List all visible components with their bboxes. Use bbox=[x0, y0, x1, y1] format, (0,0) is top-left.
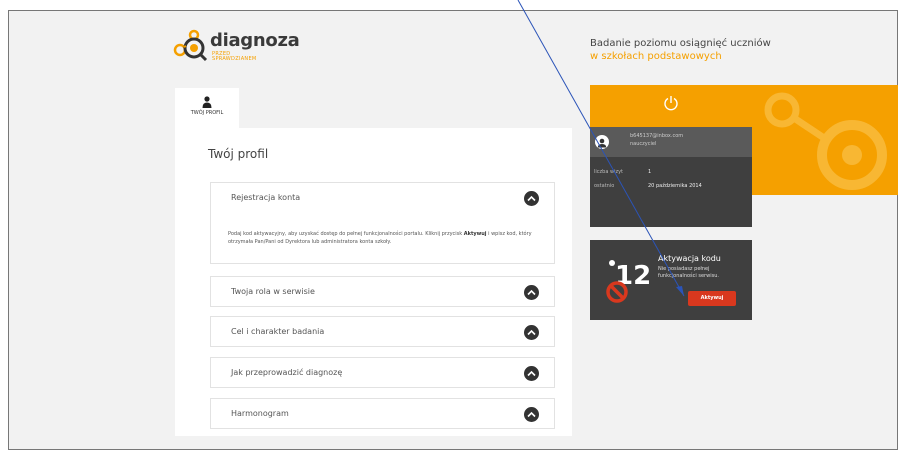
last-visit-value: 20 października 2014 bbox=[648, 183, 702, 189]
decorative-band bbox=[752, 85, 898, 195]
accordion-rejestracja: Rejestracja konta Podaj kod aktywacyjny,… bbox=[210, 182, 555, 264]
profile-header bbox=[590, 85, 752, 127]
avatar bbox=[595, 135, 609, 149]
accordion-header-rola[interactable]: Twoja rola w serwisie bbox=[231, 287, 315, 296]
expand-toggle-harmonogram[interactable] bbox=[524, 407, 539, 422]
accordion-body-rejestracja: Podaj kod aktywacyjny, aby uzyskać dostę… bbox=[228, 231, 532, 245]
tagline-line-1: Badanie poziomu osiągnięć uczniów bbox=[590, 38, 771, 49]
chevron-up-icon bbox=[527, 329, 536, 336]
accordion-rola[interactable]: Twoja rola w serwisie bbox=[210, 276, 555, 307]
site-tagline: Badanie poziomu osiągnięć uczniów w szko… bbox=[590, 37, 771, 63]
accordion-cel[interactable]: Cel i charakter badania bbox=[210, 316, 555, 347]
last-visit-label: ostatnio bbox=[594, 183, 615, 189]
visits-value: 1 bbox=[648, 169, 652, 175]
person-icon bbox=[202, 96, 212, 108]
logo-mark-icon bbox=[173, 29, 208, 62]
logo[interactable]: diagnoza PRZED SPRAWDZIANEM bbox=[172, 26, 312, 64]
tab-profile-label: TWÓJ PROFIL bbox=[190, 110, 224, 116]
activation-badge-icon: 12 bbox=[606, 260, 651, 303]
tagline-line-2: w szkołach podstawowych bbox=[590, 51, 722, 62]
activation-title: Aktywacja kodu bbox=[658, 254, 721, 263]
user-role: nauczyciel bbox=[630, 141, 657, 147]
power-icon[interactable] bbox=[663, 95, 679, 111]
user-email: b645137@inbox.com bbox=[630, 133, 684, 139]
logo-text: diagnoza bbox=[210, 30, 300, 51]
accordion-header-jak[interactable]: Jak przeprowadzić diagnozę bbox=[231, 368, 342, 377]
user-icon bbox=[597, 138, 607, 148]
user-row: b645137@inbox.com nauczyciel bbox=[590, 127, 752, 157]
accordion-header-rejestracja[interactable]: Rejestracja konta bbox=[231, 193, 300, 202]
page-title: Twój profil bbox=[208, 147, 269, 161]
profile-details: b645137@inbox.com nauczyciel liczba wizy… bbox=[590, 127, 752, 227]
decorative-molecule-icon bbox=[764, 92, 887, 190]
expand-toggle-rola[interactable] bbox=[524, 285, 539, 300]
accordion-harmonogram[interactable]: Harmonogram bbox=[210, 398, 555, 429]
collapse-toggle-rejestracja[interactable] bbox=[524, 191, 539, 206]
chevron-up-icon bbox=[527, 195, 536, 202]
accordion-jak[interactable]: Jak przeprowadzić diagnozę bbox=[210, 357, 555, 388]
tab-profile[interactable]: TWÓJ PROFIL bbox=[175, 88, 239, 128]
expand-toggle-cel[interactable] bbox=[524, 325, 539, 340]
accordion-header-cel[interactable]: Cel i charakter badania bbox=[231, 327, 324, 336]
activation-description: Nie posiadasz pełnej funkcjonalności ser… bbox=[658, 266, 719, 279]
chevron-up-icon bbox=[527, 411, 536, 418]
badge-number: 12 bbox=[615, 261, 651, 291]
chevron-up-icon bbox=[527, 289, 536, 296]
expand-toggle-jak[interactable] bbox=[524, 366, 539, 381]
visits-label: liczba wizyt bbox=[594, 169, 624, 175]
logo-subtitle: PRZED SPRAWDZIANEM bbox=[212, 51, 257, 62]
accordion-header-harmonogram[interactable]: Harmonogram bbox=[231, 409, 289, 418]
activate-button[interactable]: Aktywuj bbox=[688, 291, 736, 306]
chevron-up-icon bbox=[527, 370, 536, 377]
profile-card: b645137@inbox.com nauczyciel liczba wizy… bbox=[590, 85, 752, 227]
activation-card: 12 Aktywacja kodu Nie posiadasz pełnej f… bbox=[590, 240, 752, 320]
